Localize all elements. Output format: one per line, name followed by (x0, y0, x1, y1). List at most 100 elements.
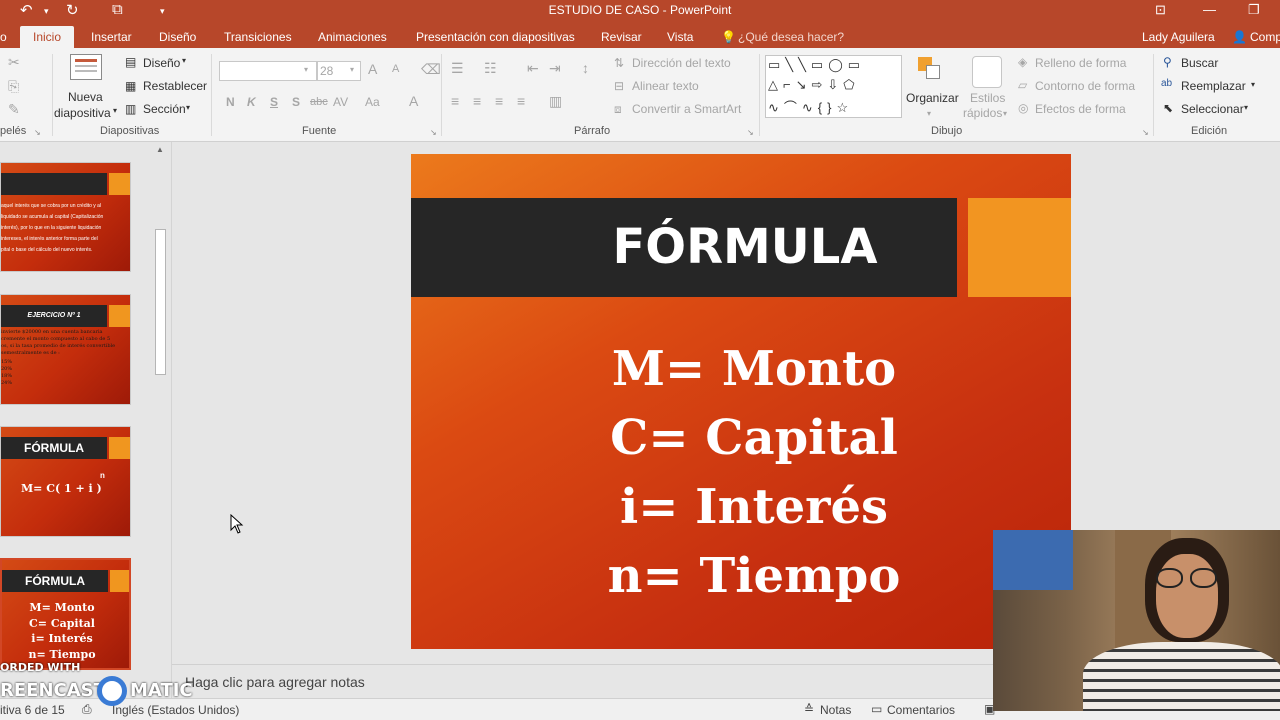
layout-button[interactable]: Diseño (143, 56, 180, 70)
slide-thumbnail-5[interactable]: FÓRMULA M= C( 1 + i ) n (0, 426, 131, 537)
shrink-font-icon[interactable]: A (392, 63, 399, 75)
select-button[interactable]: Seleccionar (1181, 102, 1244, 116)
slide-thumbnail-3[interactable]: aquel interés que se cobra por un crédit… (0, 162, 131, 272)
slide-thumbnail-4[interactable]: EJERCICIO Nº 1 invierte $20000 en una cu… (0, 294, 131, 405)
copy-icon[interactable]: ⎘ (8, 78, 19, 95)
cut-icon[interactable]: ✂ (8, 54, 20, 71)
char-spacing-button[interactable]: AV (333, 95, 348, 109)
slide-canvas[interactable]: FÓRMULA M= Monto C= Capital i= Interés n… (411, 154, 1071, 649)
strikethrough-button[interactable]: abc (310, 96, 328, 108)
slide-line-monto[interactable]: M= Monto (411, 341, 1071, 397)
notes-placeholder[interactable]: Haga clic para agregar notas (185, 674, 365, 690)
chevron-down-icon[interactable]: ▾ (113, 106, 117, 115)
clipboard-launcher-icon[interactable]: ↘ (34, 128, 41, 137)
align-text-icon[interactable]: ⊟ (614, 79, 624, 93)
shape-fill-icon[interactable]: ◈ (1018, 55, 1027, 69)
drawing-launcher-icon[interactable]: ↘ (1142, 128, 1149, 137)
chevron-down-icon[interactable]: ▾ (182, 56, 186, 65)
notes-button[interactable]: Notas (820, 703, 851, 717)
decrease-indent-icon[interactable]: ⇤ (527, 60, 539, 77)
font-color-button[interactable]: A (409, 93, 418, 109)
scrollbar-thumb[interactable] (155, 229, 166, 375)
share-button[interactable]: Comp (1250, 30, 1280, 44)
scroll-up-icon[interactable]: ▲ (156, 145, 164, 154)
shape-effects-icon[interactable]: ◎ (1018, 101, 1028, 115)
chevron-down-icon[interactable]: ▾ (1244, 103, 1248, 112)
paragraph-launcher-icon[interactable]: ↘ (747, 128, 754, 137)
tab-transiciones[interactable]: Transiciones (224, 30, 292, 44)
replace-button[interactable]: Reemplazar (1181, 79, 1246, 93)
shadow-button[interactable]: S (292, 95, 300, 109)
align-text-button[interactable]: Alinear texto (632, 79, 699, 93)
clear-format-icon[interactable]: ⌫ (421, 61, 441, 78)
new-slide-icon[interactable] (70, 54, 102, 80)
notes-icon[interactable]: ≙ (804, 702, 814, 716)
new-slide-button-2[interactable]: diapositiva (54, 106, 111, 120)
quick-styles-button[interactable]: Estilos (970, 91, 1005, 105)
tab-file[interactable]: o (0, 30, 7, 44)
slide-line-tiempo[interactable]: n= Tiempo (411, 548, 1071, 604)
convert-smartart-button[interactable]: Convertir a SmartArt (632, 102, 741, 116)
find-button[interactable]: Buscar (1181, 56, 1218, 70)
align-right-icon[interactable]: ≡ (495, 93, 503, 109)
proofing-icon[interactable]: ⎙ (82, 702, 92, 717)
slide-title[interactable]: FÓRMULA (411, 198, 1071, 297)
chevron-down-icon[interactable]: ▾ (350, 65, 354, 74)
tab-diseno[interactable]: Diseño (159, 30, 196, 44)
layout-icon[interactable]: ▤ (125, 55, 136, 69)
shape-outline-button[interactable]: Contorno de forma (1035, 79, 1135, 93)
shape-outline-icon[interactable]: ▱ (1018, 78, 1027, 92)
tell-me-box[interactable]: ¿Qué desea hacer? (738, 30, 844, 44)
tab-animaciones[interactable]: Animaciones (318, 30, 387, 44)
arrange-icon[interactable] (918, 57, 944, 87)
tab-insertar[interactable]: Insertar (91, 30, 132, 44)
font-name-input[interactable] (219, 61, 317, 81)
quick-styles-icon[interactable] (972, 56, 1002, 88)
line-spacing-icon[interactable]: ↕ (582, 60, 589, 76)
change-case-button[interactable]: Aa (365, 95, 380, 109)
bold-button[interactable]: N (226, 95, 235, 109)
new-slide-button[interactable]: Nueva (68, 90, 103, 104)
chevron-down-icon[interactable]: ▾ (186, 103, 190, 112)
user-name[interactable]: Lady Aguilera (1142, 30, 1215, 44)
align-center-icon[interactable]: ≡ (473, 93, 481, 109)
bullets-icon[interactable]: ☰ (451, 60, 464, 77)
search-icon[interactable]: ⚲ (1163, 55, 1172, 69)
smartart-icon[interactable]: ⧈ (614, 102, 622, 117)
select-icon[interactable]: ⬉ (1163, 101, 1173, 115)
align-left-icon[interactable]: ≡ (451, 93, 459, 109)
shape-effects-button[interactable]: Efectos de forma (1035, 102, 1126, 116)
thumbnail-scrollbar[interactable]: ▲ (153, 143, 168, 693)
font-launcher-icon[interactable]: ↘ (430, 128, 437, 137)
comments-icon[interactable]: ▭ (871, 702, 882, 716)
language-indicator[interactable]: Inglés (Estados Unidos) (112, 703, 239, 717)
increase-indent-icon[interactable]: ⇥ (549, 60, 561, 77)
slide-line-interes[interactable]: i= Interés (411, 479, 1071, 535)
share-icon[interactable]: 👤 (1232, 30, 1247, 44)
slide-thumbnail-6-selected[interactable]: FÓRMULA M= Monto C= Capital i= Interés n… (0, 558, 131, 670)
reset-button[interactable]: Restablecer (143, 79, 207, 93)
text-direction-icon[interactable]: ⇅ (614, 56, 624, 70)
shapes-gallery[interactable]: ▭╲╲▭◯▭ △⌐↘⇨⇩⬠ ∿⌒∿{}☆ (765, 55, 902, 118)
replace-icon[interactable]: ab (1161, 78, 1172, 89)
shape-fill-button[interactable]: Relleno de forma (1035, 56, 1126, 70)
grow-font-icon[interactable]: A (368, 61, 377, 77)
format-painter-icon[interactable]: ✎ (8, 101, 20, 118)
tab-vista[interactable]: Vista (667, 30, 693, 44)
chevron-down-icon[interactable]: ▾ (927, 109, 931, 118)
chevron-down-icon[interactable]: ▾ (1003, 109, 1007, 118)
quick-styles-button-2[interactable]: rápidos (963, 106, 1002, 120)
underline-button[interactable]: S (270, 95, 278, 109)
ribbon-display-icon[interactable]: ⊡ (1155, 2, 1166, 18)
italic-button[interactable]: K (247, 95, 256, 109)
section-button[interactable]: Sección (143, 102, 186, 116)
numbering-icon[interactable]: ☷ (484, 60, 497, 77)
tab-presentacion[interactable]: Presentación con diapositivas (416, 30, 575, 44)
columns-icon[interactable]: ▥ (549, 93, 562, 110)
comments-button[interactable]: Comentarios (887, 703, 955, 717)
minimize-icon[interactable]: — (1203, 2, 1216, 17)
section-icon[interactable]: ▥ (125, 102, 136, 116)
tab-revisar[interactable]: Revisar (601, 30, 642, 44)
restore-icon[interactable]: ❐ (1248, 2, 1260, 18)
slide-line-capital[interactable]: C= Capital (411, 410, 1071, 466)
